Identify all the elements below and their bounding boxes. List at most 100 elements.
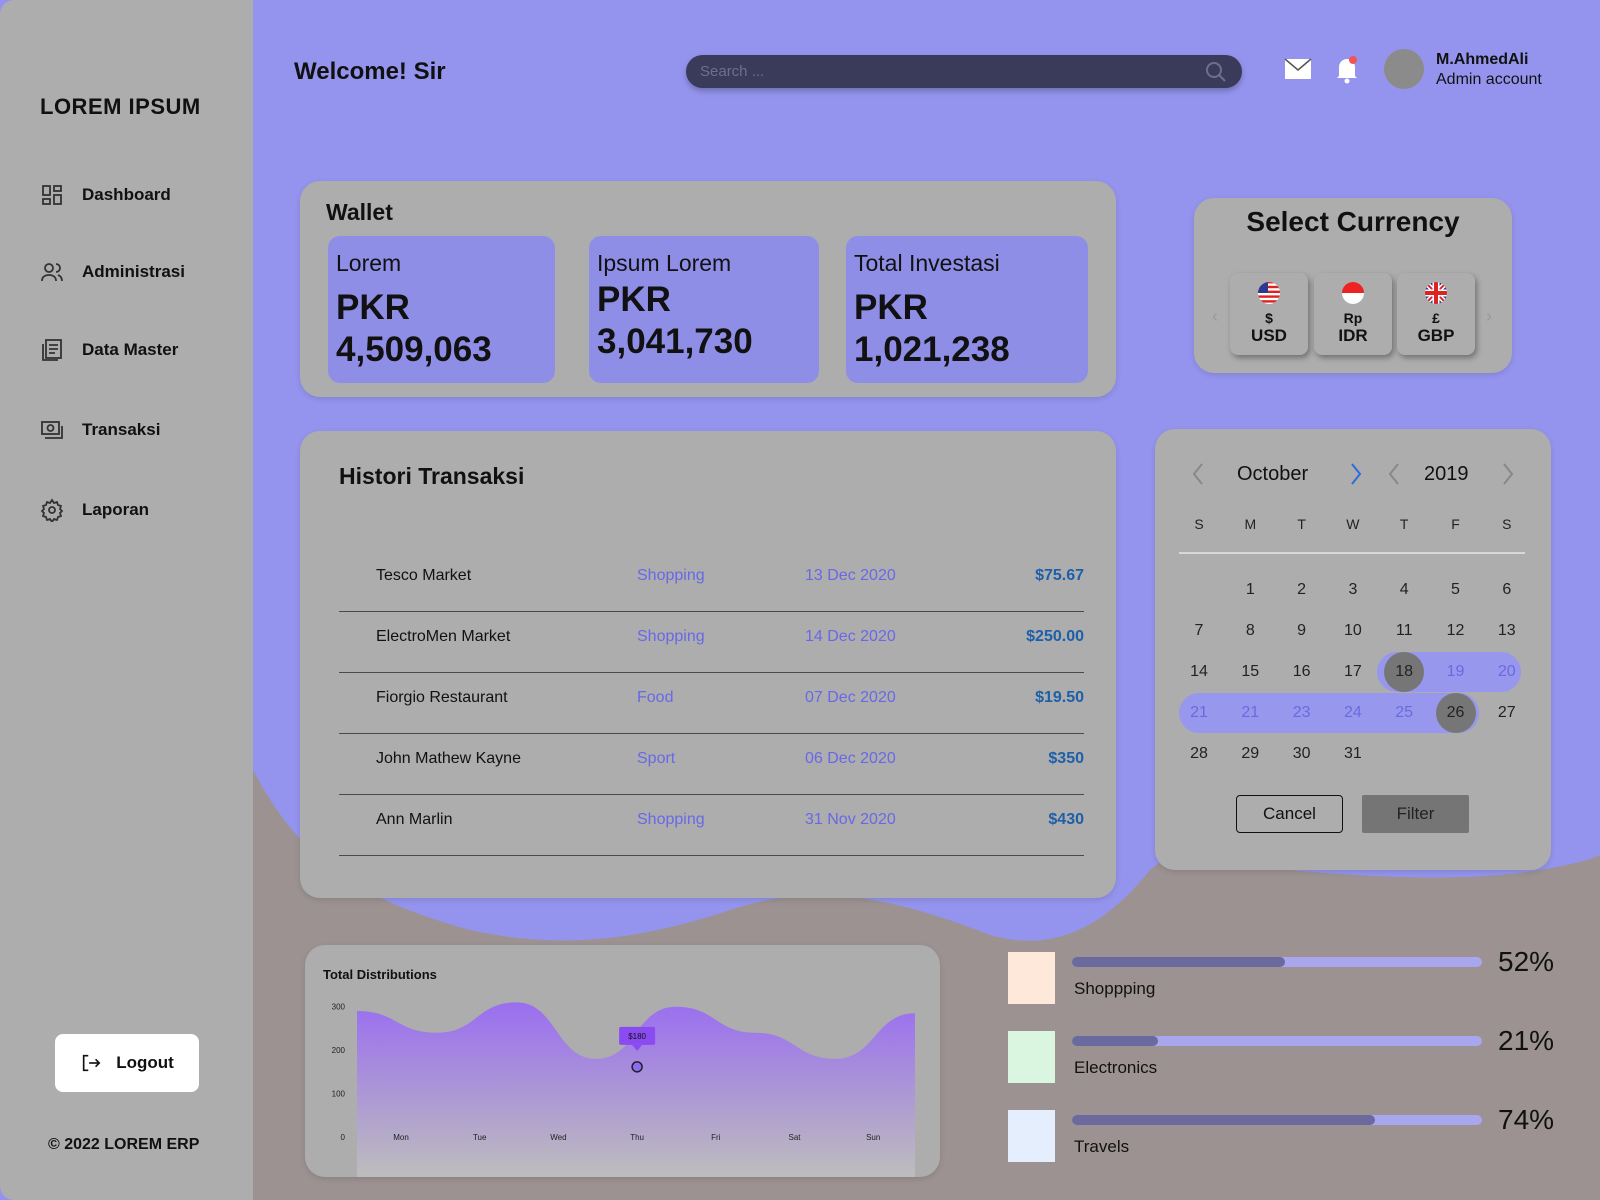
wallet-box-amount: 3,041,730 bbox=[597, 322, 753, 361]
sidebar-item-dashboard[interactable]: Dashboard bbox=[40, 183, 171, 207]
sidebar-item-transaksi[interactable]: Transaksi bbox=[40, 418, 160, 442]
next-month-icon[interactable] bbox=[1349, 461, 1363, 487]
calendar-day[interactable]: 18 bbox=[1384, 652, 1425, 692]
currency-prev-icon[interactable]: ‹ bbox=[1212, 306, 1218, 327]
calendar-day[interactable]: 21 bbox=[1230, 693, 1270, 733]
calendar-day[interactable]: 20 bbox=[1487, 652, 1527, 692]
search-icon[interactable] bbox=[1204, 60, 1228, 84]
currency-card: Select Currency ‹ $ USD Rp IDR £ GBP › bbox=[1194, 198, 1512, 373]
logout-button[interactable]: Logout bbox=[55, 1034, 199, 1092]
calendar-day[interactable]: 7 bbox=[1179, 611, 1219, 651]
us-flag-icon bbox=[1258, 282, 1280, 304]
weekday-label: T bbox=[1297, 516, 1306, 532]
next-year-icon[interactable] bbox=[1501, 461, 1515, 487]
currency-next-icon[interactable]: › bbox=[1486, 306, 1492, 327]
calendar-day[interactable]: 19 bbox=[1436, 652, 1476, 692]
calendar-day[interactable]: 11 bbox=[1384, 611, 1424, 651]
wallet-box-ipsum-lorem[interactable]: Ipsum Lorem PKR 3,041,730 bbox=[589, 236, 819, 383]
calendar-year[interactable]: 2019 bbox=[1424, 463, 1469, 486]
sidebar-item-label: Transaksi bbox=[82, 420, 161, 439]
table-row[interactable]: Ann Marlin Shopping 31 Nov 2020 $430 bbox=[339, 795, 1084, 856]
tx-category: Shopping bbox=[637, 811, 705, 828]
filter-button[interactable]: Filter bbox=[1362, 795, 1469, 833]
calendar-day[interactable]: 3 bbox=[1333, 570, 1373, 610]
calendar-day[interactable]: 23 bbox=[1282, 693, 1322, 733]
currency-option-usd[interactable]: $ USD bbox=[1230, 273, 1308, 355]
users-icon bbox=[41, 263, 63, 282]
calendar-day[interactable]: 15 bbox=[1230, 652, 1270, 692]
calendar-day[interactable]: 9 bbox=[1282, 611, 1322, 651]
cancel-button[interactable]: Cancel bbox=[1236, 795, 1343, 833]
calendar-divider bbox=[1179, 552, 1525, 554]
y-tick-label: 100 bbox=[332, 1090, 346, 1099]
tx-date: 13 Dec 2020 bbox=[805, 567, 896, 584]
table-row[interactable]: ElectroMen Market Shopping 14 Dec 2020 $… bbox=[339, 612, 1084, 673]
calendar-day[interactable]: 8 bbox=[1230, 611, 1270, 651]
calendar-day[interactable]: 2 bbox=[1282, 570, 1322, 610]
category-swatch bbox=[1008, 1031, 1055, 1083]
tx-category: Shopping bbox=[637, 567, 705, 584]
category-percent: 74% bbox=[1498, 1104, 1555, 1135]
brand-logo: LOREM IPSUM bbox=[40, 94, 201, 119]
calendar-day[interactable]: 14 bbox=[1179, 652, 1219, 692]
calendar-month[interactable]: October bbox=[1237, 463, 1308, 486]
sidebar-item-label: Administrasi bbox=[82, 262, 185, 281]
currency-option-idr[interactable]: Rp IDR bbox=[1314, 273, 1392, 355]
search-input[interactable] bbox=[700, 63, 1204, 80]
calendar-day[interactable]: 30 bbox=[1282, 734, 1322, 774]
sidebar-item-administrasi[interactable]: Administrasi bbox=[40, 260, 185, 284]
weekday-label: S bbox=[1502, 516, 1512, 532]
calendar-day[interactable]: 17 bbox=[1333, 652, 1373, 692]
calendar-day[interactable]: 25 bbox=[1384, 693, 1424, 733]
calendar-day[interactable]: 10 bbox=[1333, 611, 1373, 651]
calendar-day[interactable]: 5 bbox=[1436, 570, 1476, 610]
calendar-day[interactable]: 6 bbox=[1487, 570, 1527, 610]
bell-icon[interactable] bbox=[1334, 54, 1360, 84]
welcome-heading: Welcome! Sir bbox=[294, 58, 446, 85]
calendar-day[interactable]: 1 bbox=[1230, 570, 1270, 610]
currency-code: IDR bbox=[1338, 326, 1368, 345]
calendar-day[interactable]: 26 bbox=[1435, 693, 1476, 733]
x-tick-label: Thu bbox=[630, 1133, 644, 1142]
avatar[interactable] bbox=[1384, 49, 1424, 89]
calendar-day[interactable]: 29 bbox=[1230, 734, 1270, 774]
calendar-day[interactable]: 13 bbox=[1487, 611, 1527, 651]
currency-option-gbp[interactable]: £ GBP bbox=[1397, 273, 1475, 355]
y-tick-label: 0 bbox=[341, 1133, 346, 1142]
search-bar bbox=[686, 55, 1242, 88]
sidebar-item-label: Dashboard bbox=[82, 185, 171, 204]
sidebar-item-data-master[interactable]: Data Master bbox=[40, 338, 178, 362]
calendar-day[interactable]: 21 bbox=[1179, 693, 1219, 733]
category-progress-fill bbox=[1072, 1115, 1376, 1125]
calendar-day[interactable]: 24 bbox=[1333, 693, 1373, 733]
category-progress-fill bbox=[1072, 957, 1286, 967]
gear-icon bbox=[40, 498, 64, 522]
prev-year-icon[interactable] bbox=[1387, 461, 1401, 487]
prev-month-icon[interactable] bbox=[1191, 461, 1205, 487]
calendar-day[interactable]: 28 bbox=[1179, 734, 1219, 774]
wallet-title: Wallet bbox=[326, 199, 393, 225]
history-title: Histori Transaksi bbox=[339, 463, 525, 489]
weekday-label: M bbox=[1244, 516, 1257, 532]
wallet-box-total-investasi[interactable]: Total Investasi PKR 1,021,238 bbox=[846, 236, 1088, 383]
wallet-box-currency: PKR bbox=[854, 288, 928, 327]
category-swatch bbox=[1008, 952, 1055, 1004]
currency-title: Select Currency bbox=[1246, 206, 1460, 237]
category-progress-track bbox=[1072, 1036, 1482, 1046]
mail-icon[interactable] bbox=[1284, 58, 1312, 80]
tx-amount: $430 bbox=[1048, 811, 1084, 828]
table-row[interactable]: Tesco Market Shopping 13 Dec 2020 $75.67 bbox=[339, 551, 1084, 612]
table-row[interactable]: John Mathew Kayne Sport 06 Dec 2020 $350 bbox=[339, 734, 1084, 795]
category-progress-track bbox=[1072, 957, 1482, 967]
calendar-day[interactable]: 4 bbox=[1384, 570, 1424, 610]
table-row[interactable]: Fiorgio Restaurant Food 07 Dec 2020 $19.… bbox=[339, 673, 1084, 734]
wallet-box-lorem[interactable]: Lorem PKR 4,509,063 bbox=[328, 236, 555, 383]
calendar-day[interactable]: 27 bbox=[1487, 693, 1527, 733]
x-tick-label: Fri bbox=[711, 1133, 721, 1142]
calendar-day[interactable]: 12 bbox=[1436, 611, 1476, 651]
calendar-day[interactable]: 16 bbox=[1282, 652, 1322, 692]
calendar-day[interactable]: 31 bbox=[1333, 734, 1373, 774]
weekday-label: S bbox=[1194, 516, 1204, 532]
sidebar-item-laporan[interactable]: Laporan bbox=[40, 498, 149, 522]
weekday-label: T bbox=[1399, 516, 1409, 532]
